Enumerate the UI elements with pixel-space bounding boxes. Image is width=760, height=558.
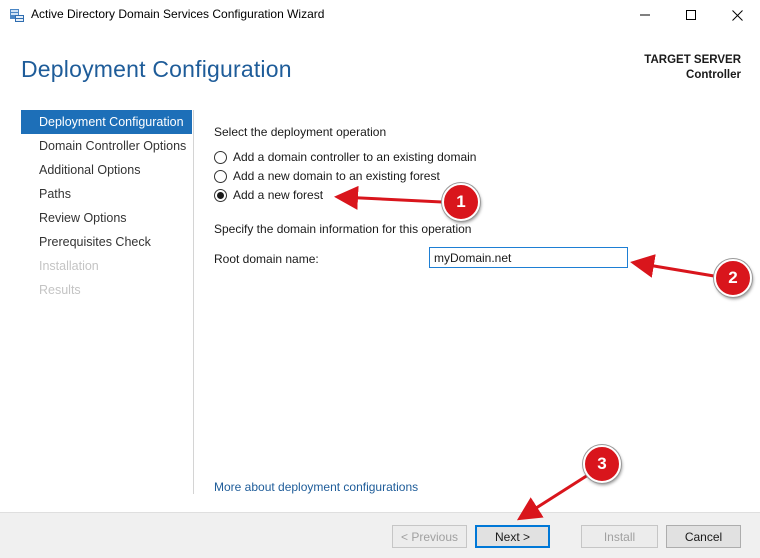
- radio-label: Add a new domain to an existing forest: [233, 169, 440, 183]
- root-domain-input[interactable]: [429, 247, 628, 268]
- root-domain-label: Root domain name:: [214, 252, 319, 266]
- nav-item-paths[interactable]: Paths: [21, 182, 192, 206]
- radio-button[interactable]: [214, 150, 227, 164]
- close-button[interactable]: [714, 0, 760, 30]
- radio-button-selected[interactable]: [214, 188, 227, 202]
- operation-heading: Select the deployment operation: [214, 125, 387, 139]
- annotation-arrow-2: [630, 254, 715, 278]
- radio-label: Add a domain controller to an existing d…: [233, 150, 477, 164]
- nav-item-results: Results: [39, 283, 81, 297]
- nav-item-deployment-configuration[interactable]: Deployment Configuration: [21, 110, 192, 134]
- wizard-nav: Deployment Configuration Domain Controll…: [21, 110, 192, 302]
- title-bar: Active Directory Domain Services Configu…: [0, 0, 760, 30]
- radio-option-new-forest[interactable]: Add a new forest: [214, 187, 323, 203]
- maximize-button[interactable]: [668, 0, 714, 30]
- nav-divider: [193, 110, 194, 494]
- page-title: Deployment Configuration: [21, 56, 292, 82]
- maximize-icon: [686, 10, 696, 20]
- minimize-icon: [640, 10, 650, 20]
- target-server-name: Controller: [686, 69, 741, 81]
- nav-item-installation: Installation: [39, 259, 99, 273]
- annotation-marker-2: 2: [714, 259, 752, 297]
- domain-info-heading: Specify the domain information for this …: [214, 222, 472, 236]
- previous-button[interactable]: < Previous: [392, 525, 467, 548]
- cancel-button[interactable]: Cancel: [666, 525, 741, 548]
- nav-item-domain-controller-options[interactable]: Domain Controller Options: [21, 134, 192, 158]
- nav-item-review-options[interactable]: Review Options: [21, 206, 192, 230]
- nav-item-additional-options[interactable]: Additional Options: [21, 158, 192, 182]
- radio-label: Add a new forest: [233, 188, 324, 202]
- ad-ds-wizard-icon: [9, 7, 25, 23]
- nav-item-prerequisites-check[interactable]: Prerequisites Check: [21, 230, 192, 254]
- target-server-label: TARGET SERVER: [644, 54, 741, 66]
- next-button[interactable]: Next >: [475, 525, 550, 548]
- annotation-arrow-1: [334, 185, 443, 210]
- annotation-marker-1: 1: [442, 183, 480, 221]
- close-icon: [731, 9, 743, 21]
- radio-option-existing-domain[interactable]: Add a domain controller to an existing d…: [214, 149, 476, 165]
- minimize-button[interactable]: [622, 0, 668, 30]
- radio-button[interactable]: [214, 169, 227, 183]
- radio-option-new-domain[interactable]: Add a new domain to an existing forest: [214, 168, 440, 184]
- install-button[interactable]: Install: [581, 525, 658, 548]
- window-title: Active Directory Domain Services Configu…: [31, 7, 325, 21]
- annotation-arrow-3: [516, 473, 589, 521]
- annotation-marker-3: 3: [583, 445, 621, 483]
- more-info-link[interactable]: More about deployment configurations: [214, 480, 418, 494]
